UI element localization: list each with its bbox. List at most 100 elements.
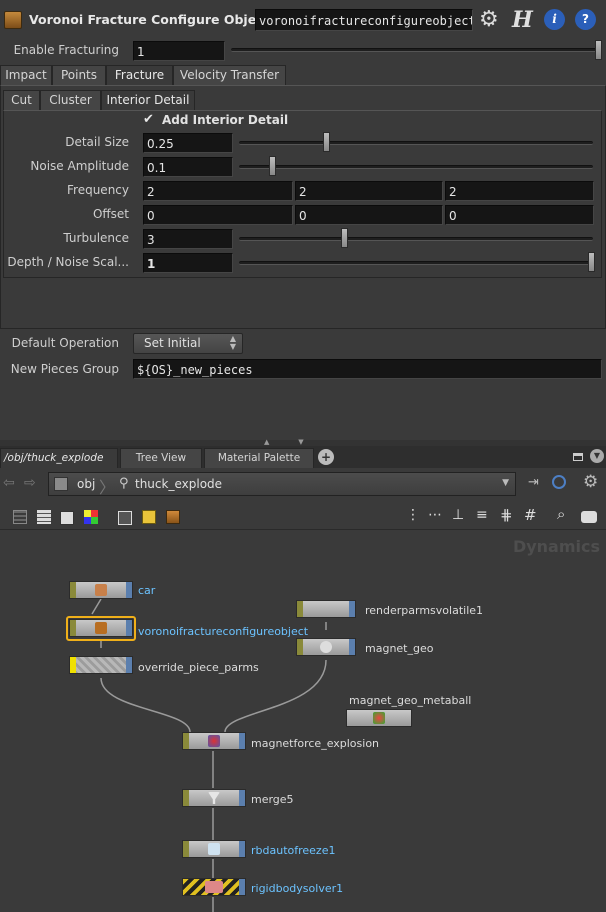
spreadsheet-icon[interactable] bbox=[60, 511, 74, 525]
node-voronoifractureconfigureobject[interactable] bbox=[69, 619, 133, 637]
color-palette-icon[interactable] bbox=[84, 510, 98, 524]
default-operation-menu[interactable]: Set Initial ▲ ▼ bbox=[133, 333, 243, 354]
tab-network-path[interactable]: /obj/thuck_explode bbox=[0, 448, 118, 468]
frequency-y-field[interactable]: 2 bbox=[295, 181, 443, 201]
node-renderparmsvolatile1[interactable] bbox=[296, 600, 356, 618]
parameter-view-icon[interactable] bbox=[37, 510, 51, 524]
link-pane-icon[interactable] bbox=[552, 475, 566, 489]
new-pieces-group-label: New Pieces Group bbox=[10, 362, 119, 376]
network-editor-canvas[interactable]: Dynamics car voronoifractureconfigureobj… bbox=[0, 530, 606, 912]
snap-icon[interactable]: ⊥ bbox=[452, 507, 464, 523]
noise-amplitude-slider-thumb[interactable] bbox=[269, 156, 276, 176]
node-magnet-geo-metaball[interactable] bbox=[346, 709, 412, 727]
splitter-arrows-icon: ▲ ▼ bbox=[264, 438, 304, 446]
node-magnetforce-explosion[interactable] bbox=[182, 732, 246, 750]
node-car[interactable] bbox=[69, 581, 133, 599]
zoom-icon[interactable]: ⌕ bbox=[557, 505, 565, 523]
breadcrumb-separator-icon: 〉 bbox=[99, 478, 116, 497]
houdini-help-icon[interactable]: H bbox=[512, 8, 536, 32]
path-dropdown-icon[interactable]: ▼ bbox=[502, 478, 509, 488]
gear-icon[interactable]: ⚙ bbox=[479, 9, 501, 31]
grid-snap-icon[interactable]: ⋕ bbox=[500, 506, 513, 524]
noise-amplitude-field[interactable]: 0.1 bbox=[143, 157, 233, 177]
breadcrumb-current[interactable]: thuck_explode bbox=[135, 477, 222, 491]
offset-z-field[interactable]: 0 bbox=[445, 205, 594, 225]
node-rbdautofreeze1[interactable] bbox=[182, 840, 246, 858]
node-merge5[interactable] bbox=[182, 789, 246, 807]
node-label-car: car bbox=[138, 584, 156, 597]
pane-menu-icon[interactable]: ▼ bbox=[590, 449, 604, 463]
tab-tree-view[interactable]: Tree View bbox=[120, 448, 202, 468]
tab-material-palette[interactable]: Material Palette bbox=[204, 448, 314, 468]
depth-noise-scale-field[interactable]: 1 bbox=[143, 253, 233, 273]
frequency-z-field[interactable]: 2 bbox=[445, 181, 594, 201]
depth-noise-scale-slider[interactable] bbox=[239, 261, 593, 265]
default-operation-value: Set Initial bbox=[144, 336, 201, 350]
node-label-magnet-geo: magnet_geo bbox=[365, 642, 434, 655]
noise-amplitude-label: Noise Amplitude bbox=[30, 159, 129, 173]
network-toolbar: ⋮ ⋯ ⊥ ≡ ⋕ # ⌕ bbox=[0, 502, 606, 530]
display-options-icon[interactable] bbox=[118, 511, 132, 525]
tab-impact[interactable]: Impact bbox=[0, 65, 52, 85]
magnet-force-node-icon bbox=[208, 735, 220, 747]
add-interior-detail-checkbox[interactable]: ✔ bbox=[143, 113, 157, 127]
layout-icon[interactable]: ≡ bbox=[476, 507, 488, 523]
frequency-x-field[interactable]: 2 bbox=[143, 181, 293, 201]
offset-label: Offset bbox=[92, 207, 129, 221]
forward-arrow-icon[interactable]: ⇨ bbox=[24, 475, 36, 491]
list-view-icon[interactable] bbox=[13, 510, 27, 524]
maximize-pane-icon[interactable] bbox=[573, 453, 583, 461]
tab-cut[interactable]: Cut bbox=[3, 90, 40, 110]
view-eye-icon[interactable] bbox=[581, 511, 597, 523]
turbulence-field[interactable]: 3 bbox=[143, 229, 233, 249]
turbulence-slider-thumb[interactable] bbox=[341, 228, 348, 248]
node-magnet-geo[interactable] bbox=[296, 638, 356, 656]
path-bar: ⇦ ⇨ obj 〉 ⚲ thuck_explode ▼ ⇥ ⚙ bbox=[0, 469, 606, 499]
noise-amplitude-slider[interactable] bbox=[239, 165, 593, 169]
tab-points[interactable]: Points bbox=[52, 65, 106, 85]
tab-fracture[interactable]: Fracture bbox=[106, 65, 173, 85]
detail-size-slider-thumb[interactable] bbox=[323, 132, 330, 152]
menu-arrows-icon: ▲ ▼ bbox=[229, 334, 236, 351]
frequency-label: Frequency bbox=[67, 183, 129, 197]
breadcrumb-obj[interactable]: obj bbox=[77, 477, 95, 491]
pin-icon[interactable]: ⇥ bbox=[528, 475, 539, 490]
add-tab-icon[interactable]: + bbox=[318, 449, 334, 465]
help-icon[interactable]: ? bbox=[575, 9, 596, 30]
node-override-piece-parms[interactable] bbox=[69, 656, 133, 674]
metaball-node-icon bbox=[373, 712, 385, 724]
node-rigidbodysolver1[interactable] bbox=[182, 878, 246, 896]
object-type-icon bbox=[4, 11, 22, 29]
merge-node-icon bbox=[208, 792, 220, 804]
enable-fracturing-slider[interactable] bbox=[231, 48, 601, 52]
align-vertical-icon[interactable]: ⋮ bbox=[406, 507, 420, 523]
detail-size-slider[interactable] bbox=[239, 141, 593, 145]
node-label-magnetforce-explosion: magnetforce_explosion bbox=[251, 737, 380, 750]
offset-x-field[interactable]: 0 bbox=[143, 205, 293, 225]
info-icon[interactable]: i bbox=[544, 9, 565, 30]
network-box-icon[interactable] bbox=[166, 510, 180, 524]
enable-fracturing-field[interactable]: 1 bbox=[133, 41, 225, 61]
tab-interior-detail[interactable]: Interior Detail bbox=[101, 90, 195, 110]
tab-velocity-transfer[interactable]: Velocity Transfer bbox=[173, 65, 286, 85]
new-pieces-group-field[interactable]: ${OS}_new_pieces bbox=[133, 359, 602, 379]
pane-gear-icon[interactable]: ⚙ bbox=[583, 472, 598, 492]
solver-node-icon bbox=[205, 881, 223, 893]
geometry-node-icon bbox=[95, 584, 107, 596]
node-type-title: Voronoi Fracture Configure Object bbox=[29, 12, 270, 27]
node-name-field[interactable]: voronoifractureconfigureobject bbox=[255, 9, 473, 31]
depth-noise-scale-slider-thumb[interactable] bbox=[588, 252, 595, 272]
offset-y-field[interactable]: 0 bbox=[295, 205, 443, 225]
enable-fracturing-slider-thumb[interactable] bbox=[595, 40, 602, 60]
sticky-note-icon[interactable] bbox=[142, 510, 156, 524]
grid-icon[interactable]: # bbox=[524, 506, 537, 524]
turbulence-slider[interactable] bbox=[239, 237, 593, 241]
tab-cluster[interactable]: Cluster bbox=[40, 90, 101, 110]
detail-size-field[interactable]: 0.25 bbox=[143, 133, 233, 153]
configure-object-node-icon bbox=[95, 622, 107, 634]
default-operation-label: Default Operation bbox=[11, 336, 119, 350]
node-label-merge5: merge5 bbox=[251, 793, 294, 806]
align-horizontal-icon[interactable]: ⋯ bbox=[428, 507, 442, 523]
back-arrow-icon[interactable]: ⇦ bbox=[3, 475, 15, 491]
node-label-voronoifractureconfigureobject: voronoifractureconfigureobject bbox=[138, 625, 309, 638]
